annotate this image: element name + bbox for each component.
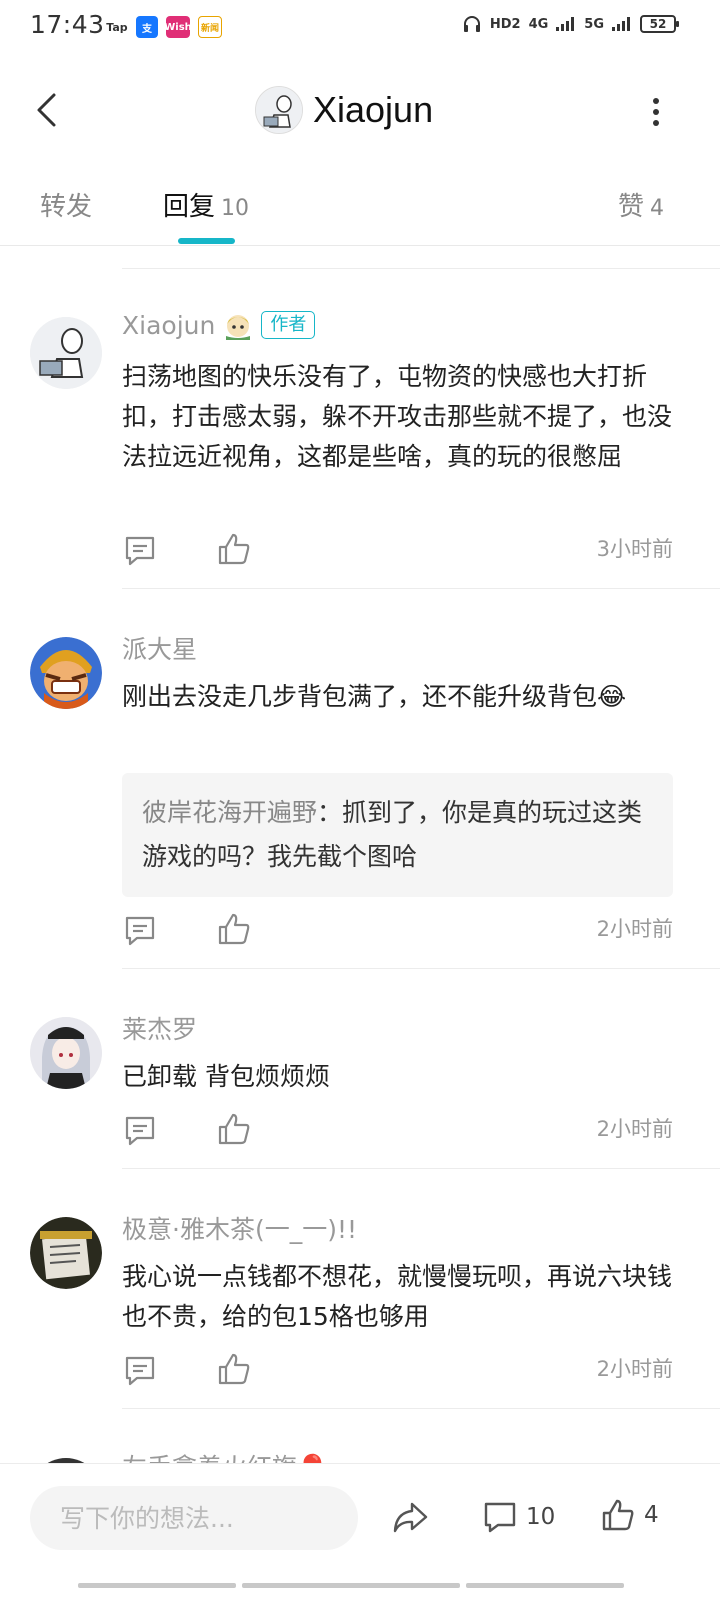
comment-actions: 2小时前 (122, 1351, 673, 1391)
battery-icon: 52 (640, 15, 679, 33)
tab-repost[interactable]: 转发 (40, 186, 92, 223)
comment-time: 3小时前 (596, 537, 673, 561)
status-indicators: HD2 4G 5G 52 (462, 14, 679, 34)
gesture-segment (78, 1583, 236, 1588)
thumbs-up-icon (602, 1499, 634, 1531)
nav-user[interactable]: Xiaojun (255, 82, 433, 138)
comment-header: 派大星 (122, 630, 197, 666)
comment-count-button[interactable]: 10 (482, 1496, 555, 1538)
comment-text: 扫荡地图的快乐没有了，屯物资的快感也大打折扣，打击感太弱，躲不开攻击那些就不提了… (122, 362, 673, 471)
signal-bars-icon-2 (612, 17, 630, 31)
comment-item: 左手拿着火红旗🎈 (0, 1440, 720, 1465)
tab-bar: 转发 回复 10 赞4 (0, 178, 720, 246)
clash-barbarian-avatar-icon (30, 637, 102, 709)
divider (122, 1168, 720, 1169)
comment-username[interactable]: 莱杰罗 (122, 1010, 197, 1046)
more-dot-icon (653, 98, 659, 104)
comment-header: Xiaojun 作者 (122, 310, 316, 340)
anime-girl-avatar-icon (30, 1017, 102, 1089)
signal-bars-icon (556, 17, 575, 31)
tab-repost-label: 转发 (40, 192, 93, 222)
more-dot-icon (653, 120, 659, 126)
top-nav-bar: Xiaojun (0, 60, 720, 160)
hd-indicator: HD2 (489, 16, 521, 32)
more-options-button[interactable] (646, 94, 666, 130)
like-count-button[interactable]: 4 (600, 1494, 659, 1536)
tab-reply-label: 回复 (163, 192, 216, 222)
thumbs-up-icon[interactable] (216, 1111, 252, 1147)
comment-actions: 2小时前 (122, 911, 673, 951)
quoted-reply[interactable]: 彼岸花海开遍野：抓到了，你是真的玩过这类游戏的吗？我先截个图哈 (122, 773, 673, 897)
comment-text: 已卸载 背包烦烦烦 (122, 1062, 330, 1091)
comment-count: 10 (526, 1504, 556, 1530)
comment-text: 刚出去没走几步背包满了，还不能升级背包😂 (122, 682, 627, 711)
line-drawing-avatar-icon (256, 87, 302, 133)
avatar[interactable] (30, 637, 102, 709)
reply-icon[interactable] (122, 1113, 158, 1149)
like-count: 4 (644, 1502, 659, 1528)
line-drawing-avatar-icon (30, 317, 102, 389)
divider (122, 1408, 720, 1409)
bottom-action-bar: 10 4 (0, 1463, 720, 1571)
comment-header: 极意·雅木茶(一_一)!! (122, 1210, 357, 1246)
news-app-icon: 新闻 (198, 16, 222, 38)
page-title: Xiaojun (313, 89, 434, 130)
comment-username[interactable]: 极意·雅木茶(一_一)!! (122, 1210, 357, 1246)
photo-avatar-icon (30, 1217, 102, 1289)
taptap-app-icon: Tap (106, 20, 128, 34)
headphone-icon (463, 16, 480, 32)
comment-time: 2小时前 (596, 1117, 673, 1141)
comment-actions: 2小时前 (122, 1111, 673, 1151)
thumbs-up-icon[interactable] (216, 911, 252, 947)
4g-signal-icon: 4G (528, 16, 549, 32)
reply-icon[interactable] (122, 533, 158, 569)
author-tag: 作者 (261, 311, 316, 339)
character-badge-icon (226, 315, 251, 340)
comment-input[interactable] (30, 1486, 358, 1550)
tab-reply-count: 10 (221, 196, 250, 221)
thumbs-up-icon[interactable] (216, 1351, 252, 1387)
status-time: 17:43 (30, 10, 105, 39)
nav-avatar[interactable] (255, 86, 303, 134)
gesture-segment (242, 1583, 460, 1588)
comment-bubble-icon (484, 1502, 516, 1533)
reply-icon[interactable] (122, 913, 158, 949)
avatar[interactable] (30, 1217, 102, 1289)
tab-reply[interactable]: 回复 10 (163, 186, 249, 223)
divider (122, 588, 720, 589)
comment-time: 2小时前 (596, 1357, 673, 1381)
gesture-segment (466, 1583, 624, 1588)
divider (122, 968, 720, 969)
active-tab-indicator (178, 238, 235, 244)
reply-icon[interactable] (122, 1353, 158, 1389)
5g-signal-icon: 5G (584, 16, 604, 32)
status-bar: 17:43 Tap 支 Wish 新闻 HD2 4G 5G 52 (0, 0, 720, 56)
chevron-left-icon (37, 93, 56, 127)
more-dot-icon (653, 109, 659, 115)
avatar[interactable] (30, 1017, 102, 1089)
shopping-app-icon: Wish (164, 16, 192, 38)
quoted-username[interactable]: 彼岸花海开遍野 (142, 798, 317, 827)
comment-username[interactable]: Xiaojun (122, 311, 215, 340)
comment-time: 2小时前 (596, 917, 673, 941)
share-icon[interactable] (390, 1496, 432, 1538)
avatar[interactable] (30, 317, 102, 389)
divider (122, 268, 720, 269)
comment-header: 莱杰罗 (122, 1010, 197, 1046)
comment-actions: 3小时前 (122, 531, 673, 571)
battery-level: 52 (649, 17, 667, 31)
comment-text: 我心说一点钱都不想花，就慢慢玩呗，再说六块钱也不贵，给的包15格也够用 (122, 1262, 673, 1331)
tab-likes-label: 赞 (617, 192, 644, 222)
gesture-navigation-bar[interactable] (0, 1583, 720, 1605)
status-app-icons: Tap 支 Wish 新闻 (106, 16, 222, 38)
back-button[interactable] (28, 88, 64, 132)
tab-likes[interactable]: 赞4 (618, 186, 664, 223)
tab-likes-count: 4 (650, 196, 664, 221)
alipay-app-icon: 支 (136, 16, 158, 38)
comment-username[interactable]: 派大星 (122, 630, 197, 666)
thumbs-up-icon[interactable] (216, 531, 252, 567)
